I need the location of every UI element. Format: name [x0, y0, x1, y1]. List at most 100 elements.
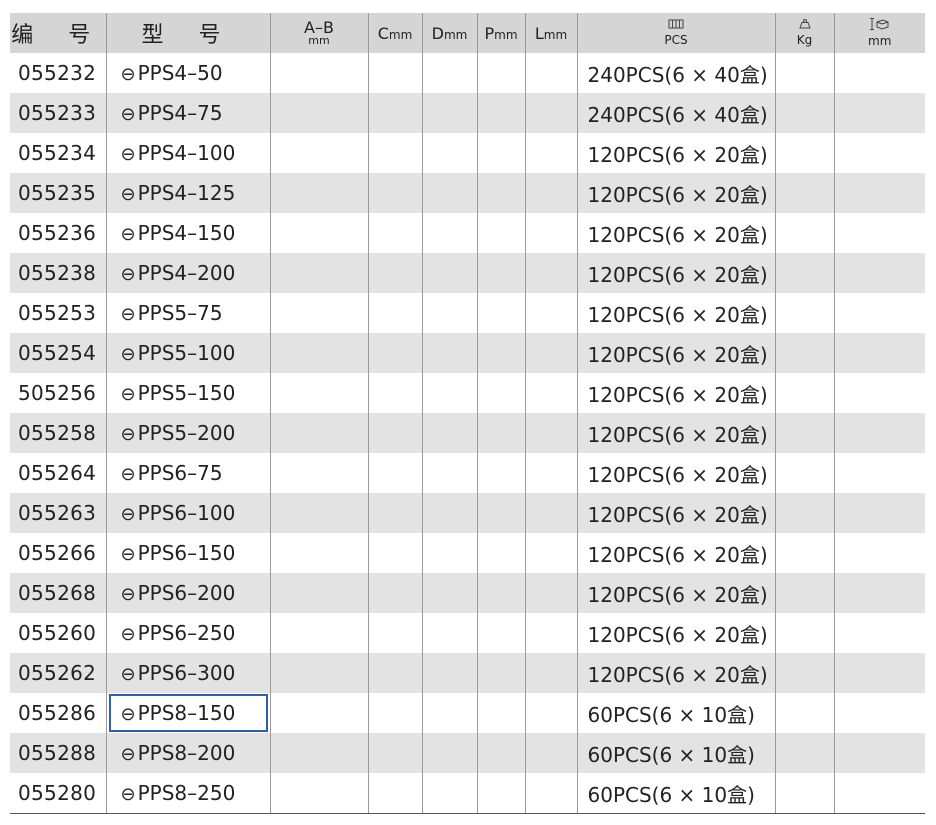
model-cell[interactable]: ⊖ PPS4–100 [105, 133, 270, 173]
model-label: PPS6–300 [137, 661, 236, 685]
c-cell [367, 453, 422, 493]
header-l-label: L [534, 23, 544, 43]
model-cell[interactable]: ⊖ PPS4–75 [105, 93, 270, 133]
size-cell [833, 453, 925, 493]
packing-quantity-cell: 120PCS(6 × 20盒) [576, 653, 775, 693]
slotted-screwdriver-icon: ⊖ [120, 504, 136, 525]
size-cell [833, 253, 925, 293]
header-kg: Kg [774, 13, 834, 53]
model-cell[interactable]: ⊖ PPS5–75 [105, 293, 270, 333]
c-cell [367, 213, 422, 253]
item-code-cell: 055262 [10, 653, 106, 693]
p-cell [476, 493, 525, 533]
size-cell [833, 213, 925, 253]
table-row: 055236 ⊖ PPS4–150 120PCS(6 × 20盒) [10, 213, 925, 253]
model-label: PPS4–100 [137, 141, 236, 165]
packing-quantity-cell: 120PCS(6 × 20盒) [576, 573, 775, 613]
packing-quantity-cell: 120PCS(6 × 20盒) [576, 213, 775, 253]
item-code-cell: 505256 [18, 381, 97, 405]
model-label: PPS4–150 [137, 221, 236, 245]
p-cell [476, 253, 525, 293]
weight-cell [774, 293, 834, 333]
header-a-b: A–B mm [269, 13, 368, 53]
item-code-cell: 055232 [18, 61, 97, 85]
model-label: PPS4–200 [137, 261, 236, 285]
model-cell[interactable]: ⊖ PPS6–200 [105, 573, 270, 613]
header-size: mm [833, 13, 925, 53]
p-cell [476, 533, 525, 573]
slotted-screwdriver-icon: ⊖ [120, 744, 136, 765]
p-cell [476, 693, 525, 733]
header-c-label: C [377, 23, 389, 43]
table-row: 055260 ⊖ PPS6–250 120PCS(6 × 20盒) [10, 613, 925, 653]
model-cell[interactable]: ⊖ PPS4–200 [105, 253, 270, 293]
item-code-cell: 055235 [10, 173, 106, 213]
size-cell [833, 133, 925, 173]
size-cell [833, 533, 925, 573]
header-c: Cmm [367, 13, 422, 53]
model-cell[interactable]: ⊖ PPS8–150 [105, 693, 270, 733]
l-cell [524, 213, 577, 253]
model-cell[interactable]: ⊖ PPS8–250 [105, 773, 270, 814]
model-cell[interactable]: ⊖ PPS6–100 [105, 493, 270, 533]
slotted-screwdriver-icon: ⊖ [120, 64, 136, 85]
model-label: PPS5–150 [137, 381, 236, 405]
item-code-cell: 055260 [18, 621, 97, 645]
l-cell [524, 453, 577, 493]
slotted-screwdriver-icon: ⊖ [120, 304, 136, 325]
model-cell[interactable]: ⊖ PPS6–75 [105, 453, 270, 493]
a-b-cell [269, 733, 368, 773]
weight-cell [774, 453, 834, 493]
weight-cell [774, 493, 834, 533]
slotted-screwdriver-icon: ⊖ [120, 784, 136, 805]
model-label: PPS5–200 [137, 421, 236, 445]
packing-quantity-cell: 120PCS(6 × 20盒) [576, 253, 775, 293]
header-a-b-unit: mm [308, 34, 330, 47]
model-cell[interactable]: ⊖ PPS6–250 [105, 613, 270, 653]
model-cell[interactable]: ⊖ PPS6–150 [105, 533, 270, 573]
table-row: 055263 ⊖ PPS6–100 120PCS(6 × 20盒) [10, 493, 925, 533]
packing-quantity-cell: 60PCS(6 × 10盒) [576, 693, 775, 733]
a-b-cell [269, 93, 368, 133]
model-cell[interactable]: ⊖ PPS5–100 [105, 333, 270, 373]
model-label: PPS4–50 [137, 61, 223, 85]
model-cell[interactable]: ⊖ PPS4–150 [105, 213, 270, 253]
d-cell [421, 693, 477, 733]
l-cell [524, 413, 577, 453]
packing-quantity-cell: 60PCS(6 × 10盒) [576, 733, 775, 773]
table-row: 055266 ⊖ PPS6–150 120PCS(6 × 20盒) [10, 533, 925, 573]
size-cell [833, 53, 925, 93]
packing-quantity-cell: 120PCS(6 × 20盒) [576, 133, 775, 173]
slotted-screwdriver-icon: ⊖ [120, 464, 136, 485]
item-code-cell: 055266 [18, 541, 97, 565]
item-code-cell: 055286 [18, 701, 97, 725]
slotted-screwdriver-icon: ⊖ [120, 344, 136, 365]
p-cell [476, 733, 525, 773]
slotted-screwdriver-icon: ⊖ [120, 224, 136, 245]
c-cell [367, 373, 422, 413]
l-cell [524, 773, 577, 814]
header-code-label: 编 号 [11, 23, 105, 48]
model-label: PPS6–200 [137, 581, 236, 605]
packing-quantity-cell: 120PCS(6 × 20盒) [576, 613, 775, 653]
weight-cell [774, 213, 834, 253]
model-cell[interactable]: ⊖ PPS5–200 [105, 413, 270, 453]
a-b-cell [269, 133, 368, 173]
d-cell [421, 213, 477, 253]
item-code-cell: 055264 [18, 461, 97, 485]
model-cell[interactable]: ⊖ PPS6–300 [105, 653, 270, 693]
model-cell[interactable]: ⊖ PPS8–200 [105, 733, 270, 773]
l-cell [524, 613, 577, 653]
a-b-cell [269, 613, 368, 653]
weight-cell [774, 253, 834, 293]
header-d-label: D [431, 23, 444, 43]
size-cell [833, 373, 925, 413]
model-cell[interactable]: ⊖ PPS4–50 [105, 53, 270, 93]
c-cell [367, 773, 422, 814]
model-cell[interactable]: ⊖ PPS4–125 [105, 173, 270, 213]
c-cell [367, 253, 422, 293]
model-cell[interactable]: ⊖ PPS5–150 [105, 373, 270, 413]
a-b-cell [269, 573, 368, 613]
model-label: PPS6–250 [137, 621, 236, 645]
model-label: PPS6–150 [137, 541, 236, 565]
